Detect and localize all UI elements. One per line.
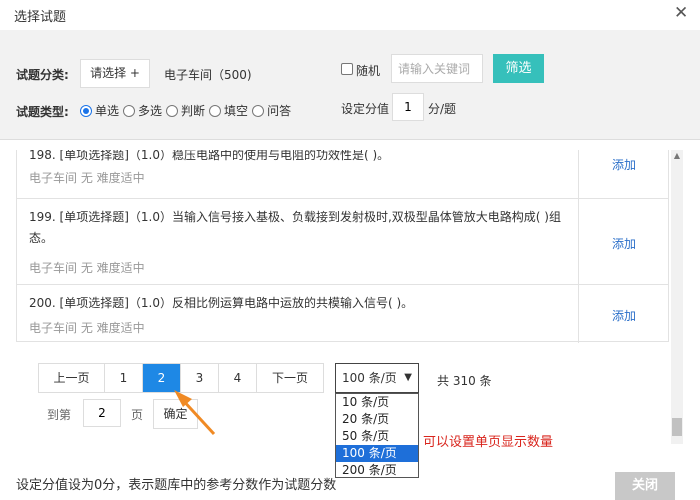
close-button[interactable]: 关闭 (615, 472, 675, 500)
arrow-icon (174, 390, 216, 436)
footer-note: 设定分值设为0分，表示题库中的参考分数作为试题分数 (16, 478, 337, 493)
